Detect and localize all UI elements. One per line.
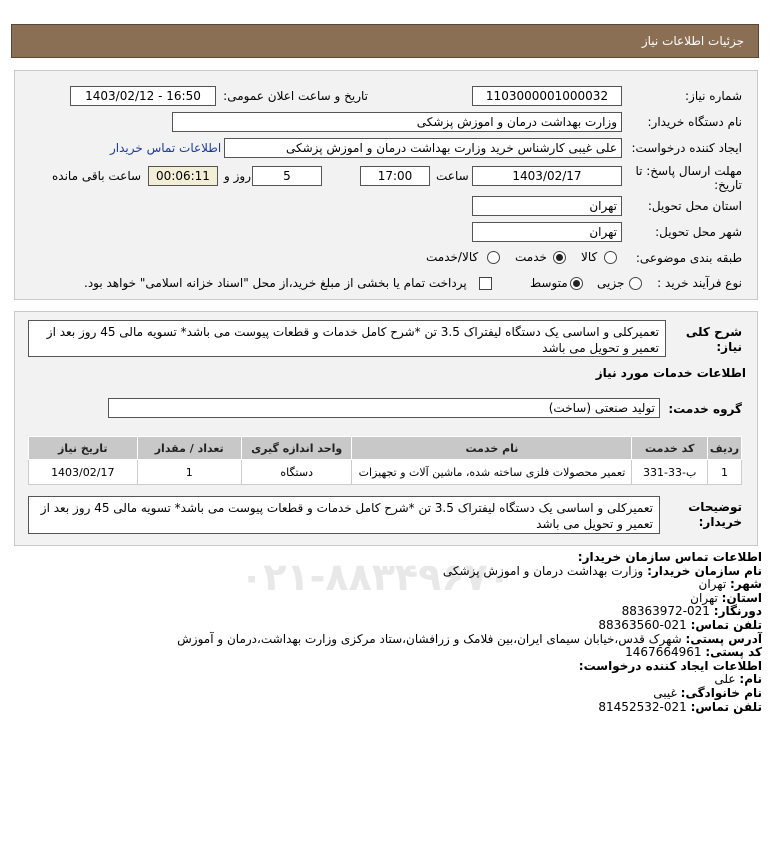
contact-province: تهران (690, 590, 718, 605)
category-radio-goods[interactable] (604, 251, 617, 264)
buyer-org-label: نام دستگاه خریدار: (647, 115, 743, 129)
category-goods-label: کالا (581, 250, 598, 264)
contact-fax-label: دورنگار: (713, 604, 762, 619)
days-label: روز و (224, 169, 251, 183)
contact-section: اطلاعات تماس سازمان خریدار: نام سازمان خ… (2, 550, 762, 714)
requester-field: علی غیبی کارشناس خرید وزارت بهداشت درمان… (224, 138, 622, 158)
contact-phone-label: تلفن تماس: (690, 617, 762, 632)
province-field: تهران (472, 196, 622, 216)
summary-label: شرح کلی (685, 325, 742, 339)
announce-date-label: تاریخ و ساعت اعلان عمومی: (223, 89, 368, 103)
remaining-label: ساعت باقی مانده (52, 169, 142, 183)
creator-name: علی (714, 672, 736, 687)
buyer-org-field: وزارت بهداشت درمان و اموزش پزشکی (172, 112, 622, 132)
cell-qty: 1 (136, 459, 242, 485)
buyer-notes-text: تعمیرکلی و اساسی یک دستگاه لیفتراک 3.5 ت… (28, 496, 660, 534)
remaining-time-field: 00:06:11 (148, 166, 218, 186)
page-title: جزئیات اطلاعات نیاز (641, 34, 744, 48)
service-group-field: تولید صنعتی (ساخت) (108, 398, 660, 418)
services-table: ردیف کد خدمت نام خدمت واحد اندازه گیری ت… (28, 436, 743, 485)
col-unit-header: واحد اندازه گیری (240, 436, 353, 460)
summary-label-2: نیاز: (716, 340, 742, 354)
creator-phone: 021-81452532 (598, 699, 687, 714)
process-label: نوع فرآیند خرید : (657, 276, 742, 290)
process-radio-minor[interactable] (629, 277, 642, 290)
contact-org: وزارت بهداشت درمان و اموزش پزشکی (442, 563, 644, 578)
deadline-date-field: 1403/02/17 (472, 166, 622, 186)
deadline-time-field: 17:00 (360, 166, 430, 186)
service-group-label: گروه خدمت: (668, 402, 742, 416)
deadline-label-2: تاریخ: (714, 178, 742, 192)
category-service-label: خدمت (515, 250, 547, 264)
category-label: طبقه بندی موضوعی: (635, 251, 742, 265)
creator-title: اطلاعات ایجاد کننده درخواست: (578, 658, 762, 673)
creator-family-label: نام خانوادگی: (680, 685, 762, 700)
need-number-field: 1103000001000032 (472, 86, 622, 106)
process-radio-medium[interactable] (570, 277, 583, 290)
contact-address-label: آدرس پستی: (685, 631, 762, 646)
col-name-header: نام خدمت (351, 436, 633, 460)
days-field: 5 (252, 166, 322, 186)
treasury-checkbox[interactable] (479, 277, 492, 290)
contact-address: شهرک قدس،خیابان سیمای ایران،بین فلامک و … (177, 631, 682, 646)
announce-date-field: 1403/02/12 - 16:50 (70, 86, 216, 106)
process-minor-label: جزیی (597, 276, 625, 290)
city-field: تهران (472, 222, 622, 242)
table-row: 1 ب-33-331 تعمیر محصولات فلزی ساخته شده،… (28, 459, 743, 485)
category-radio-service[interactable] (553, 251, 566, 264)
contact-postal: 1467664961 (625, 645, 702, 660)
col-code-header: کد خدمت (631, 436, 708, 460)
treasury-checkbox-label: پرداخت تمام یا بخشی از مبلغ خرید،از محل … (84, 276, 467, 290)
cell-row: 1 (706, 459, 743, 485)
category-radio-goods-service[interactable] (487, 251, 500, 264)
creator-phone-label: تلفن تماس: (690, 699, 762, 714)
cell-date: 1403/02/17 (28, 459, 138, 485)
cell-name: تعمیر محصولات فلزی ساخته شده، ماشین آلات… (351, 459, 633, 485)
contact-postal-label: کد پستی: (705, 645, 762, 660)
contact-city-label: شهر: (730, 577, 762, 592)
summary-text: تعمیرکلی و اساسی یک دستگاه لیفتراک 3.5 ت… (28, 320, 666, 357)
contact-org-label: نام سازمان خریدار: (647, 563, 762, 578)
buyer-notes-label: توضیحات (688, 500, 742, 514)
requester-label: ایجاد کننده درخواست: (631, 141, 742, 155)
contact-city: تهران (698, 577, 727, 592)
category-goods-service-label: کالا/خدمت (426, 250, 479, 264)
services-title: اطلاعات خدمات مورد نیاز (595, 366, 746, 380)
city-label: شهر محل تحویل: (655, 225, 742, 239)
buyer-notes-label-2: خریدار: (698, 515, 742, 529)
col-qty-header: تعداد / مقدار (136, 436, 242, 460)
col-row-header: ردیف (706, 436, 743, 460)
creator-name-label: نام: (739, 672, 762, 687)
contact-phone: 021-88363560 (598, 617, 687, 632)
process-medium-label: متوسط (530, 276, 568, 290)
contact-province-label: استان: (721, 590, 762, 605)
deadline-label: مهلت ارسال پاسخ: تا (635, 164, 742, 178)
cell-code: ب-33-331 (631, 459, 708, 485)
contact-fax: 021-88363972 (621, 604, 710, 619)
contact-title: اطلاعات تماس سازمان خریدار: (577, 550, 762, 564)
province-label: استان محل تحویل: (647, 199, 742, 213)
table-header-row: ردیف کد خدمت نام خدمت واحد اندازه گیری ت… (28, 436, 743, 460)
deadline-time-label: ساعت (436, 169, 469, 183)
col-date-header: تاریخ نیاز (28, 436, 138, 460)
creator-family: غیبی (653, 685, 677, 700)
need-number-label: شماره نیاز: (685, 89, 742, 103)
cell-unit: دستگاه (240, 459, 353, 485)
page-header: جزئیات اطلاعات نیاز (11, 24, 759, 58)
buyer-contact-link[interactable]: اطلاعات تماس خریدار (110, 141, 221, 155)
